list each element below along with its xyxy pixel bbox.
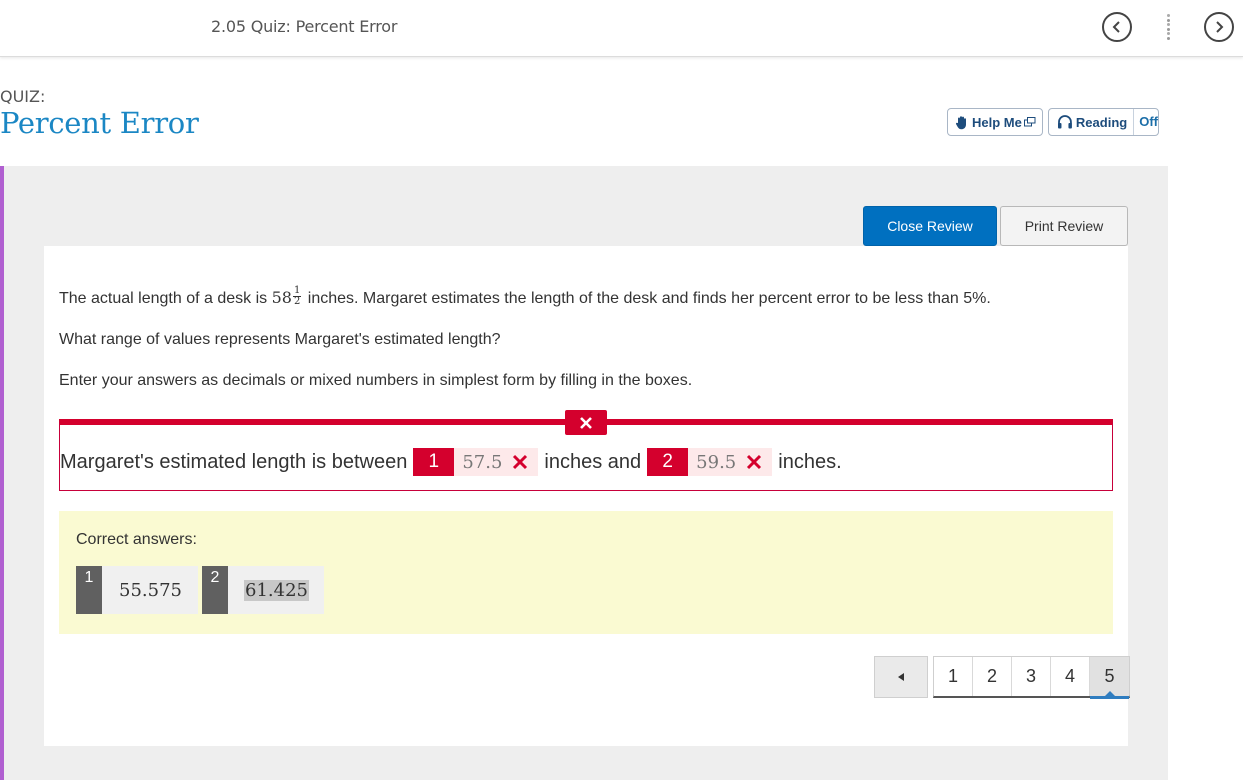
chevron-right-icon	[1216, 21, 1224, 33]
correct-answer-value: 61.425	[228, 566, 324, 614]
help-me-button[interactable]: Help Me	[947, 108, 1043, 136]
correct-answer-number: 1	[76, 566, 102, 614]
question-text: The actual length of a desk is 58 1 2 inch…	[59, 286, 991, 309]
left-accent-bar	[0, 166, 4, 780]
more-options-icon[interactable]	[1164, 14, 1172, 40]
external-window-icon	[1023, 117, 1036, 127]
pager-previous-button[interactable]	[874, 656, 928, 698]
incorrect-badge	[565, 410, 607, 435]
correct-answers-label: Correct answers:	[76, 531, 197, 548]
page-5[interactable]: 5	[1090, 657, 1129, 699]
reading-toggle-button[interactable]: Reading Off	[1048, 108, 1159, 136]
correct-answer-2: 2 61.425	[202, 566, 324, 614]
fraction-denominator: 2	[293, 296, 301, 308]
question-pager: 1 2 3 4 5	[933, 656, 1130, 699]
question-instructions: Enter your answers as decimals or mixed …	[59, 372, 693, 389]
lesson-title: 2.05 Quiz: Percent Error	[211, 17, 398, 36]
blank-1-number: 1	[413, 448, 455, 476]
mixed-number-fraction: 12	[292, 286, 302, 308]
blank-2-answer[interactable]: 59.5	[688, 448, 773, 476]
blank-1-answer[interactable]: 57.5	[454, 448, 539, 476]
question-prompt: What range of values represents Margaret…	[59, 331, 501, 348]
wrong-icon	[512, 454, 528, 470]
top-bar: 2.05 Quiz: Percent Error	[0, 0, 1243, 57]
correct-answer-1: 1 55.575	[76, 566, 198, 614]
page-1[interactable]: 1	[934, 657, 973, 696]
hand-icon	[955, 115, 966, 129]
next-button[interactable]	[1204, 12, 1234, 42]
answer-prefix: Margaret's estimated length is between	[60, 450, 408, 473]
correct-answer-number: 2	[202, 566, 228, 614]
page-3[interactable]: 3	[1012, 657, 1051, 696]
wrong-icon	[746, 454, 762, 470]
question-text-end: inches. Margaret estimates the length of…	[303, 290, 991, 307]
mixed-number-whole: 58	[271, 288, 292, 307]
previous-button[interactable]	[1102, 12, 1132, 42]
chevron-left-icon	[1112, 21, 1120, 33]
answer-suffix: inches.	[778, 450, 842, 473]
page-4[interactable]: 4	[1051, 657, 1090, 696]
page-title: Percent Error	[0, 106, 199, 140]
quiz-label: QUIZ:	[0, 87, 46, 106]
blank-2-number: 2	[647, 448, 689, 476]
close-review-button[interactable]: Close Review	[863, 206, 997, 246]
page-2[interactable]: 2	[973, 657, 1012, 696]
answer-sentence: Margaret's estimated length is between 1…	[60, 448, 842, 476]
blank-2-value: 59.5	[696, 451, 737, 473]
headphones-icon	[1057, 115, 1072, 129]
reading-state: Off	[1133, 109, 1158, 135]
triangle-left-icon	[898, 673, 904, 681]
correct-answer-value-text: 61.425	[244, 579, 309, 601]
answer-middle: inches and	[544, 450, 642, 473]
reading-label: Reading	[1075, 114, 1128, 130]
question-text-start: The actual length of a desk is	[59, 290, 272, 307]
blank-1-value: 57.5	[462, 451, 503, 473]
print-review-button[interactable]: Print Review	[1000, 206, 1128, 246]
correct-answer-value: 55.575	[102, 566, 198, 614]
close-icon	[580, 416, 592, 429]
help-me-label: Help Me	[972, 114, 1022, 130]
